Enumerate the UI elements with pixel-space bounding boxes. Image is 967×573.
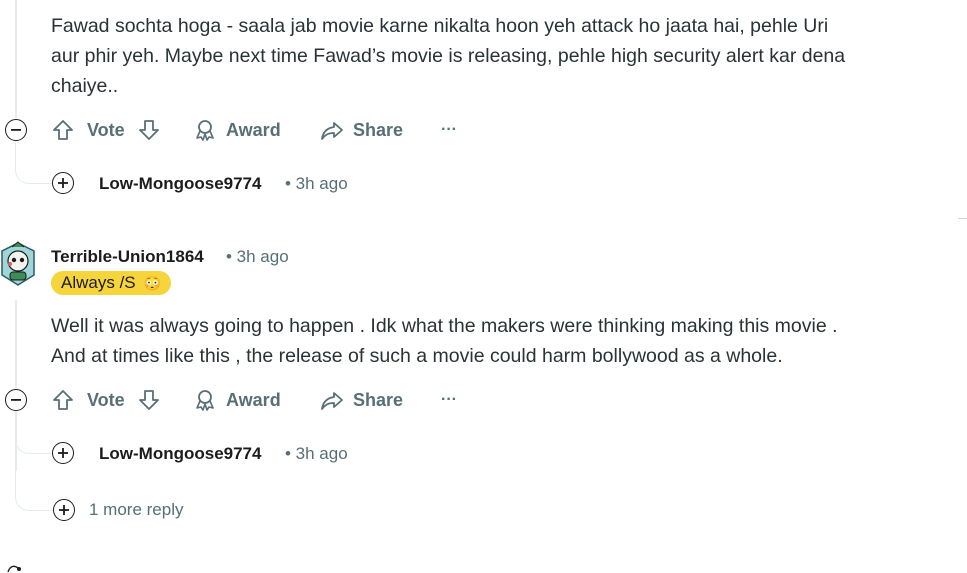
vote-group: Vote [51, 116, 161, 144]
reply-username[interactable]: Low-Mongoose9774 [99, 174, 261, 194]
minus-icon [11, 129, 21, 131]
comment-body-line: aur phir yeh. Maybe next time Fawad’s mo… [51, 45, 846, 67]
award-icon [193, 118, 217, 142]
thread-line [15, 300, 17, 388]
upvote-icon[interactable] [51, 388, 75, 412]
next-avatar [4, 561, 26, 573]
thread-branch [15, 465, 54, 511]
award-icon [193, 388, 217, 412]
minus-icon [11, 399, 21, 401]
award-button[interactable]: Award [193, 386, 281, 414]
share-icon [320, 118, 344, 142]
upvote-icon[interactable] [51, 118, 75, 142]
award-button[interactable]: Award [193, 116, 281, 144]
flair-text: Always /S [61, 273, 136, 292]
thread-line [15, 0, 17, 118]
more-options-button[interactable]: ··· [441, 386, 457, 414]
reply-timestamp: • 3h ago [285, 444, 348, 463]
more-options-button[interactable]: ··· [441, 116, 457, 144]
expand-reply-button[interactable] [52, 172, 74, 194]
thread-branch [15, 141, 52, 184]
comment-body-line: And at times like this , the release of … [51, 345, 783, 367]
comment-body-line: Well it was always going to happen . Idk… [51, 315, 838, 337]
more-replies-label: 1 more reply [89, 500, 184, 519]
vote-group: Vote [51, 386, 161, 414]
expand-reply-button[interactable] [52, 442, 74, 464]
thread-branch [15, 411, 52, 454]
collapse-thread-button[interactable] [5, 119, 27, 141]
collapse-thread-button[interactable] [5, 389, 27, 411]
share-icon [320, 388, 344, 412]
downvote-icon[interactable] [137, 118, 161, 142]
comment-body-line: chaiye.. [51, 75, 119, 97]
reply-timestamp: • 3h ago [285, 174, 348, 193]
plus-icon [58, 448, 68, 458]
comment-username[interactable]: Terrible-Union1864 [51, 247, 204, 267]
award-label: Award [226, 119, 281, 140]
user-flair: Always /S 😳 [51, 271, 172, 295]
flair-emoji-icon: 😳 [143, 274, 162, 291]
vote-label: Vote [87, 119, 125, 140]
plus-icon [53, 499, 75, 521]
comment-timestamp: • 3h ago [226, 247, 289, 266]
scrollbar-edge [958, 218, 967, 219]
share-button[interactable]: Share [320, 116, 403, 144]
award-label: Award [226, 389, 281, 410]
avatar[interactable] [0, 239, 36, 295]
share-button[interactable]: Share [320, 386, 403, 414]
share-label: Share [353, 119, 404, 140]
downvote-icon[interactable] [137, 388, 161, 412]
plus-icon [58, 178, 68, 188]
share-label: Share [353, 389, 404, 410]
comment-body-line: Fawad sochta hoga - saala jab movie karn… [51, 15, 829, 37]
reply-username[interactable]: Low-Mongoose9774 [99, 444, 261, 464]
more-replies-button[interactable]: 1 more reply [53, 499, 183, 521]
vote-label: Vote [87, 389, 125, 410]
